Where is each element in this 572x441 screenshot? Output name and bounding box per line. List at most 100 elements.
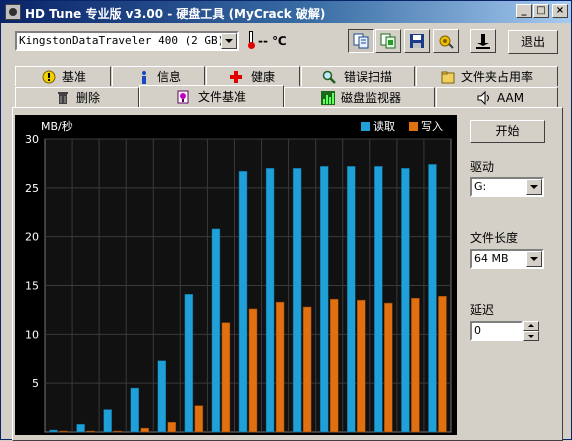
eject-icon xyxy=(475,33,491,49)
read-bar xyxy=(157,360,167,433)
read-bar xyxy=(103,409,112,433)
read-bar xyxy=(265,168,275,433)
folder-icon xyxy=(441,70,455,84)
legend-swatch xyxy=(361,122,370,131)
write-bar xyxy=(357,299,366,433)
file-length-select[interactable]: 64 MB xyxy=(470,249,544,269)
tab-disk-monitor[interactable]: 磁盘监视器 xyxy=(284,87,435,107)
tab-file-benchmark[interactable]: 文件基准 xyxy=(139,85,284,107)
tab-aam[interactable]: AAM xyxy=(436,87,558,107)
write-bar xyxy=(438,295,447,433)
write-bar xyxy=(411,297,420,433)
health-cross-icon xyxy=(229,70,243,84)
file-length-label: 文件长度 xyxy=(470,231,519,245)
monitor-chart-icon xyxy=(321,91,335,105)
delay-value: 0 xyxy=(474,324,481,337)
spin-down-icon[interactable] xyxy=(523,331,539,341)
write-bar xyxy=(329,298,339,433)
magnifier-icon xyxy=(322,70,336,84)
drive-letter-select[interactable]: G: xyxy=(470,177,544,197)
drive-label: 驱动 xyxy=(470,160,495,174)
tab-label: 错误扫描 xyxy=(344,70,393,84)
write-bar xyxy=(384,302,393,433)
write-bar xyxy=(221,322,231,433)
tab-label: 文件基准 xyxy=(198,90,247,104)
exit-button[interactable]: 退出 xyxy=(508,30,558,54)
delay-input[interactable]: 0 xyxy=(470,321,523,341)
y-axis-label: MB/秒 xyxy=(41,119,73,133)
legend-swatch xyxy=(409,122,418,131)
copy-text-icon xyxy=(353,33,369,49)
minimize-button[interactable]: _ xyxy=(516,4,532,18)
app-window: HD Tune 专业版 v3.00 - 硬盘工具 (MyCrack 破解) _ … xyxy=(0,0,572,441)
copy-screenshot-button[interactable] xyxy=(375,29,401,53)
tab-label: AAM xyxy=(497,91,525,105)
tab-info[interactable]: 信息 xyxy=(112,66,205,86)
close-button[interactable]: × xyxy=(552,4,568,18)
copy-screenshot-icon xyxy=(380,33,396,49)
app-disk-icon xyxy=(5,4,21,20)
write-bar xyxy=(194,405,204,433)
read-bar xyxy=(49,429,58,433)
save-button[interactable] xyxy=(404,29,430,53)
tab-label: 文件夹占用率 xyxy=(461,70,534,84)
y-tick-label: 10 xyxy=(25,328,39,341)
chevron-down-icon[interactable] xyxy=(221,33,237,49)
chart-svg: 5 10 15 20 25 30MB/秒 读取 写入 xyxy=(25,119,452,433)
drive-letter-value: G: xyxy=(474,180,487,193)
exclamation-icon xyxy=(42,70,56,84)
write-bar xyxy=(275,301,285,433)
y-tick-label: 25 xyxy=(25,182,39,195)
copy-text-button[interactable] xyxy=(348,29,374,53)
read-bar xyxy=(184,294,194,433)
tab-health[interactable]: 健康 xyxy=(206,66,300,86)
thermometer-icon xyxy=(248,31,255,49)
chevron-down-icon[interactable] xyxy=(526,179,542,195)
options-button[interactable] xyxy=(433,29,459,53)
write-bar xyxy=(302,306,312,433)
y-tick-label: 5 xyxy=(32,377,39,390)
read-bar xyxy=(347,166,356,433)
file-benchmark-icon xyxy=(176,90,190,104)
trash-icon xyxy=(56,91,70,105)
tab-label: 删除 xyxy=(76,91,101,105)
drive-select[interactable]: KingstonDataTraveler 400 (2 GB) xyxy=(15,31,239,51)
maximize-button[interactable]: □ xyxy=(533,4,549,18)
tab-label: 磁盘监视器 xyxy=(341,91,402,105)
save-icon xyxy=(409,33,425,49)
y-tick-label: 20 xyxy=(25,231,39,244)
options-icon xyxy=(438,33,454,49)
tab-benchmark[interactable]: 基准 xyxy=(15,66,111,86)
eject-button[interactable] xyxy=(470,29,496,53)
title-bar[interactable]: HD Tune 专业版 v3.00 - 硬盘工具 (MyCrack 破解) _ … xyxy=(1,1,571,23)
read-bar xyxy=(374,166,383,433)
start-button[interactable]: 开始 xyxy=(470,120,545,143)
drive-select-value: KingstonDataTraveler 400 (2 GB) xyxy=(19,34,225,47)
tab-label: 健康 xyxy=(251,70,276,84)
file-length-value: 64 MB xyxy=(474,252,509,265)
read-bar xyxy=(428,164,437,433)
write-bar xyxy=(86,430,95,433)
spin-up-icon[interactable] xyxy=(523,321,539,331)
temperature-readout: -- ℃ xyxy=(258,34,287,48)
read-bar xyxy=(130,387,139,433)
legend-label: 读取 xyxy=(373,119,395,133)
read-bar xyxy=(319,166,329,433)
delay-label: 延迟 xyxy=(470,303,495,317)
tab-label: 信息 xyxy=(157,70,182,84)
benchmark-chart: 5 10 15 20 25 30 MB/秒 读取 写入 xyxy=(15,115,457,435)
tab-error-scan[interactable]: 错误扫描 xyxy=(301,66,415,86)
read-bar xyxy=(238,170,248,433)
read-bar xyxy=(292,168,302,433)
write-bar xyxy=(167,421,177,433)
read-bar xyxy=(211,228,221,433)
read-bar xyxy=(76,423,85,433)
write-bar xyxy=(248,308,258,433)
write-bar xyxy=(59,430,68,433)
delay-spinner[interactable] xyxy=(523,321,539,341)
write-bar xyxy=(140,427,149,433)
tab-folder-usage[interactable]: 文件夹占用率 xyxy=(416,66,558,86)
chevron-down-icon[interactable] xyxy=(526,251,542,267)
speaker-icon xyxy=(477,90,491,106)
tab-erase[interactable]: 删除 xyxy=(15,87,139,107)
